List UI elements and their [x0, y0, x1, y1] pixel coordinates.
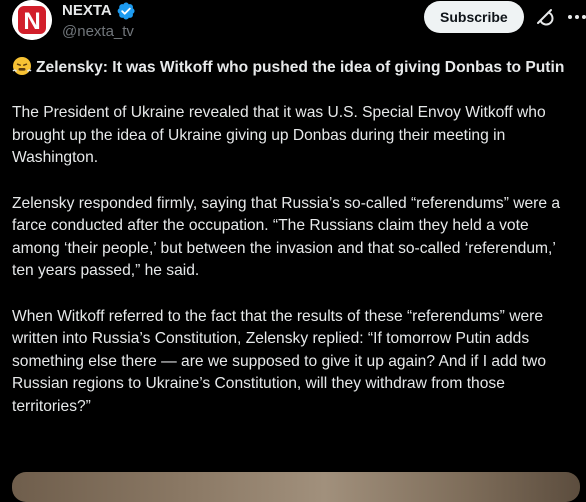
media-preview-image[interactable]: [12, 472, 580, 502]
post-headline: Zelensky: It was Witkoff who pushed the …: [12, 56, 580, 80]
grok-icon[interactable]: [534, 6, 556, 28]
post-paragraph: Zelensky responded firmly, saying that R…: [12, 194, 561, 280]
avatar[interactable]: N: [12, 0, 52, 40]
steam-face-emoji-icon: [12, 56, 32, 76]
name-row: NEXTA: [62, 1, 136, 21]
post-paragraph: The President of Ukraine revealed that i…: [12, 104, 546, 167]
post: N NEXTA @nexta_tv Subscribe Zelensky: It…: [0, 0, 586, 502]
nexta-logo-icon: N: [12, 0, 52, 40]
post-headline-text: Zelensky: It was Witkoff who pushed the …: [36, 59, 565, 76]
post-text: Zelensky: It was Witkoff who pushed the …: [12, 56, 580, 419]
more-icon[interactable]: [566, 6, 586, 28]
handle[interactable]: @nexta_tv: [62, 22, 134, 42]
post-paragraph: When Witkoff referred to the fact that t…: [12, 307, 546, 415]
verified-badge-icon[interactable]: [116, 1, 136, 21]
avatar-letter: N: [23, 8, 40, 35]
post-header: N NEXTA @nexta_tv Subscribe: [12, 0, 586, 50]
subscribe-button[interactable]: Subscribe: [424, 1, 524, 33]
display-name[interactable]: NEXTA: [62, 1, 112, 21]
